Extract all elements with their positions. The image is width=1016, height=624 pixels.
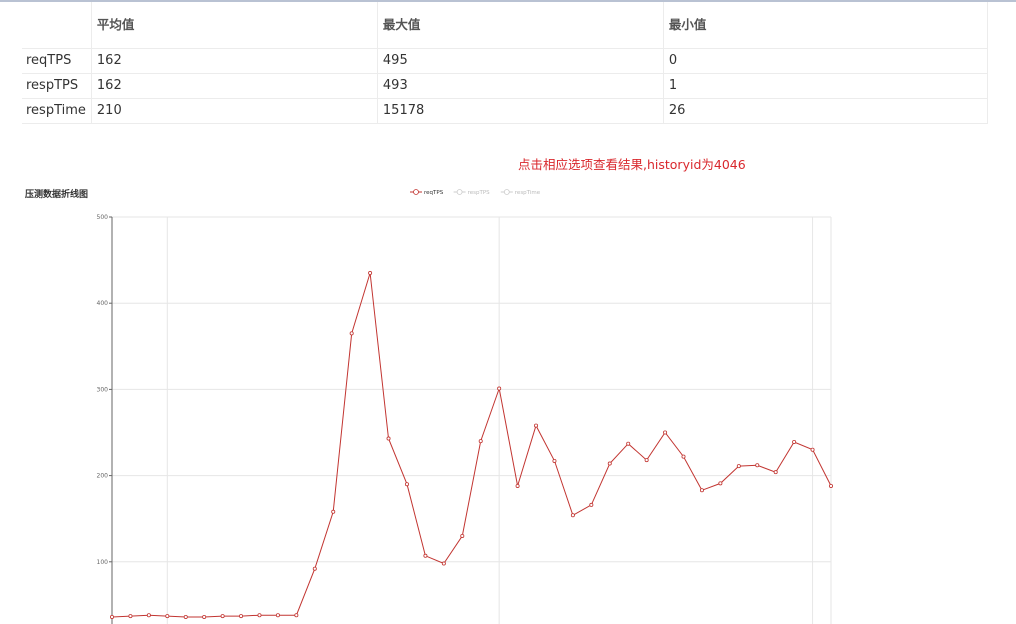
data-point (810, 447, 815, 452)
data-point (220, 614, 225, 619)
row-avg: 162 (91, 73, 378, 99)
data-point (644, 458, 649, 463)
data-point (128, 614, 133, 619)
legend-item-reqTPS[interactable]: reqTPS (410, 189, 444, 197)
legend-item-respTPS[interactable]: respTPS (453, 189, 491, 197)
y-tick-label: 400 (97, 300, 109, 307)
series-line-reqTPS (111, 272, 832, 618)
data-point (792, 439, 797, 444)
data-point (423, 553, 428, 558)
result-notice: 点击相应选项查看结果,historyid为4046 (518, 157, 746, 172)
data-point (183, 614, 188, 619)
data-point (755, 463, 760, 468)
data-point (146, 613, 151, 618)
data-point (534, 423, 539, 428)
chart-grid (112, 216, 832, 624)
data-point (589, 502, 594, 507)
row-min: 0 (663, 48, 989, 74)
row-name: reqTPS (22, 48, 92, 74)
row-min: 1 (663, 73, 989, 99)
data-point (110, 614, 115, 619)
chart-series (110, 271, 834, 619)
table-row: respTime 210 15178 26 (22, 98, 989, 124)
chart-legend: reqTPS respTPS respTime (410, 189, 541, 197)
row-avg: 162 (91, 48, 378, 74)
data-point (441, 561, 446, 566)
data-point (773, 470, 778, 475)
data-point (736, 464, 741, 469)
row-name: respTime (22, 98, 92, 124)
y-tick-label: 100 (97, 559, 109, 566)
table-header-max: 最大值 (377, 2, 664, 49)
data-point (497, 386, 502, 391)
y-tick-label: 200 (97, 473, 109, 480)
legend-marker (456, 189, 463, 195)
legend-label: reqTPS (424, 190, 444, 196)
data-point (552, 458, 557, 463)
row-name: respTPS (22, 73, 92, 99)
data-point (349, 331, 354, 336)
data-point (386, 436, 391, 441)
row-max: 495 (377, 48, 664, 74)
legend-marker (503, 189, 510, 195)
table-header-min: 最小值 (663, 2, 989, 49)
data-point (607, 461, 612, 466)
table-row: reqTPS 162 495 0 (22, 48, 989, 74)
data-point (331, 509, 336, 514)
data-point (718, 481, 723, 486)
stats-table: 平均值 最大值 最小值 reqTPS 162 495 0 respTPS 162… (22, 2, 989, 124)
data-point (239, 614, 244, 619)
data-point (681, 454, 686, 459)
legend-label: respTime (515, 190, 541, 196)
legend-item-respTime[interactable]: respTime (500, 189, 541, 197)
legend-marker (413, 189, 419, 195)
data-point (663, 430, 668, 435)
data-point (404, 482, 409, 487)
data-point (165, 614, 170, 619)
data-point (699, 488, 704, 493)
data-point (515, 483, 520, 488)
y-tick-label: 500 (97, 214, 109, 221)
table-header-empty (22, 2, 92, 49)
data-point (202, 614, 207, 619)
data-point (829, 483, 834, 488)
table-header-avg: 平均值 (91, 2, 378, 49)
legend-label: respTPS (468, 190, 491, 196)
line-chart: reqTPS respTPS respTime 100 200 300 400 500 (97, 189, 834, 624)
data-point (257, 613, 262, 618)
y-tick-label: 300 (97, 386, 109, 393)
data-point (478, 439, 483, 444)
data-point (312, 566, 317, 571)
row-min: 26 (663, 98, 989, 124)
data-point (368, 271, 373, 276)
table-header-row: 平均值 最大值 最小值 (22, 2, 989, 49)
data-point (460, 533, 465, 538)
data-point (570, 513, 575, 518)
data-point (275, 613, 280, 618)
chart-axes: 100 200 300 400 500 (97, 214, 113, 624)
data-point (626, 441, 631, 446)
row-avg: 210 (91, 98, 378, 124)
data-point (294, 613, 299, 618)
table-row: respTPS 162 493 1 (22, 73, 989, 99)
row-max: 493 (377, 73, 664, 99)
row-max: 15178 (377, 98, 664, 124)
